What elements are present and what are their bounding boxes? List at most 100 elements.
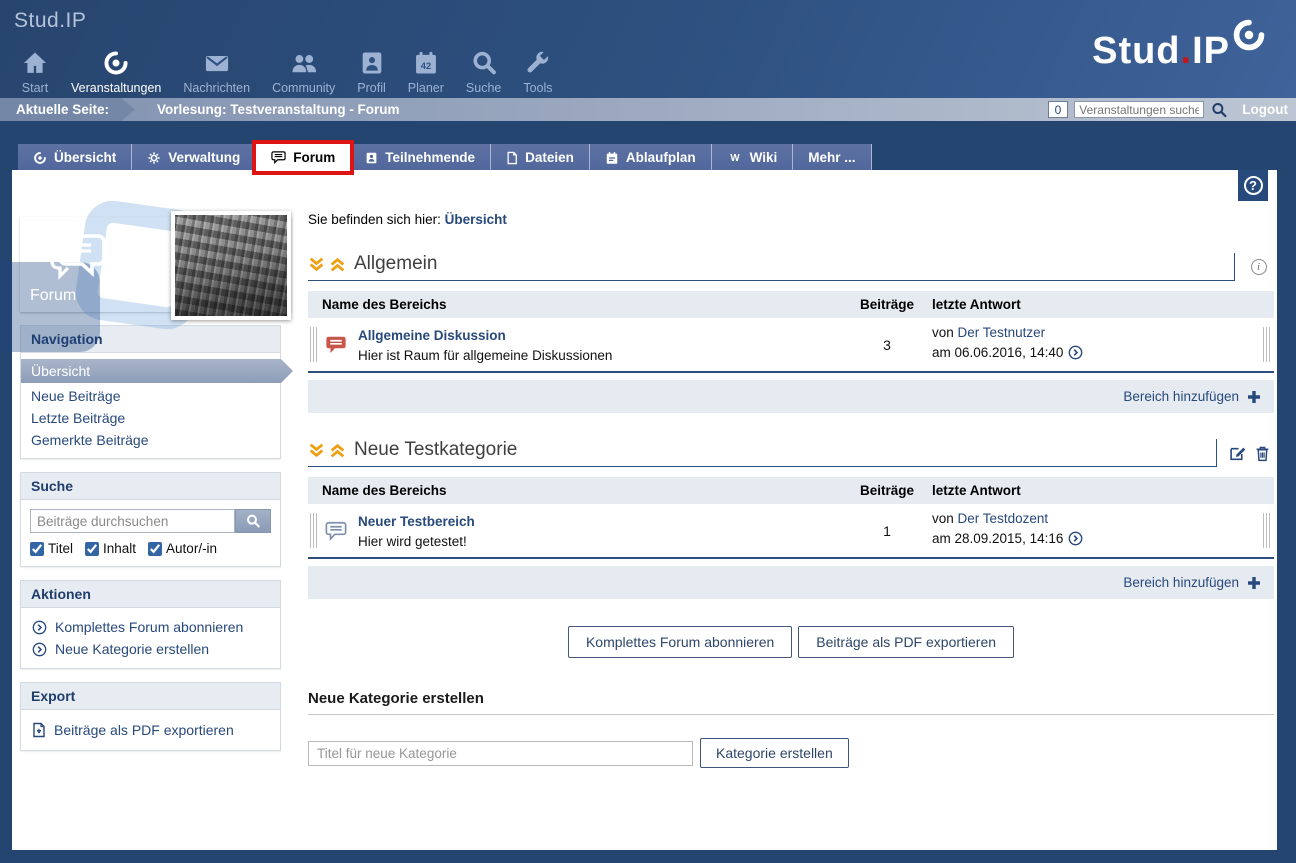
search-box-title: Suche <box>21 473 280 500</box>
sidebar-item-uebersicht[interactable]: Übersicht <box>21 359 293 383</box>
area-description: Hier wird getestet! <box>358 534 475 549</box>
filter-titel[interactable]: Titel <box>30 541 73 556</box>
subscribe-forum-button[interactable]: Komplettes Forum abonnieren <box>568 626 792 658</box>
table-row: Neuer Testbereich Hier wird getestet! 1 … <box>308 504 1274 559</box>
sidebar-item-letzte-beitraege[interactable]: Letzte Beiträge <box>21 407 280 429</box>
area-post-count: 3 <box>842 337 932 353</box>
delete-category-icon[interactable] <box>1255 445 1270 462</box>
expand-all-icon[interactable] <box>329 442 346 459</box>
logo-spiral-icon <box>1232 18 1266 52</box>
search-submit-icon[interactable] <box>1210 101 1228 119</box>
forum-search-button[interactable] <box>235 509 271 533</box>
forum-banner: Forum <box>20 217 291 312</box>
drag-handle[interactable] <box>1263 513 1272 548</box>
collapse-all-icon[interactable] <box>308 442 325 459</box>
new-category-heading: Neue Kategorie erstellen <box>308 690 1274 715</box>
tab-forum[interactable]: Forum <box>256 144 350 171</box>
drag-handle[interactable] <box>310 327 319 362</box>
nav-item-planer[interactable]: 42 Planer <box>397 48 455 95</box>
area-unread-bubble-icon <box>325 334 347 356</box>
main-nav: Start Veranstaltungen Nachrichten Commun… <box>10 48 564 95</box>
arrow-circle-icon <box>32 620 47 635</box>
search-icon <box>245 513 261 529</box>
nav-item-nachrichten[interactable]: Nachrichten <box>172 48 261 95</box>
author-link[interactable]: Der Testnutzer <box>958 325 1046 340</box>
plus-icon <box>1246 389 1262 405</box>
filter-autor[interactable]: Autor/-in <box>148 541 217 556</box>
sidebar-context-title: Forum <box>30 287 76 305</box>
forum-search-input[interactable] <box>30 509 235 533</box>
info-icon[interactable]: i <box>1251 259 1267 275</box>
area-bubble-icon <box>325 520 347 542</box>
home-icon <box>21 48 49 78</box>
location-uebersicht-link[interactable]: Übersicht <box>445 212 507 227</box>
tab-mehr[interactable]: Mehr ... <box>793 144 871 171</box>
tab-verwaltung[interactable]: Verwaltung <box>132 144 256 171</box>
drag-handle[interactable] <box>310 513 319 548</box>
schedule-icon <box>605 151 619 165</box>
nav-item-veranstaltungen[interactable]: Veranstaltungen <box>60 48 172 95</box>
tab-uebersicht[interactable]: Übersicht <box>18 144 132 171</box>
course-tabbar: Übersicht Verwaltung Forum Teilnehmende … <box>18 144 872 171</box>
tab-teilnehmende[interactable]: Teilnehmende <box>350 144 491 171</box>
expand-all-icon[interactable] <box>329 256 346 273</box>
category-footer: Bereich hinzufügen <box>308 380 1274 413</box>
notification-counter[interactable]: 0 <box>1048 101 1069 118</box>
area-link[interactable]: Allgemeine Diskussion <box>358 328 506 343</box>
author-link[interactable]: Der Testdozent <box>958 511 1049 526</box>
tab-dateien[interactable]: Dateien <box>491 144 590 171</box>
goto-last-post-icon[interactable] <box>1068 531 1083 552</box>
community-icon <box>289 48 319 78</box>
edit-category-icon[interactable] <box>1229 445 1246 462</box>
tab-ablaufplan[interactable]: Ablaufplan <box>590 144 712 171</box>
new-category-title-input[interactable] <box>308 741 693 766</box>
export-box-title: Export <box>21 683 280 710</box>
gear-icon <box>147 151 161 165</box>
new-category-form: Kategorie erstellen <box>308 738 1274 768</box>
action-new-category[interactable]: Neue Kategorie erstellen <box>31 638 270 660</box>
search-icon <box>470 48 498 78</box>
area-link[interactable]: Neuer Testbereich <box>358 514 475 529</box>
sidebar-item-neue-beitraege[interactable]: Neue Beiträge <box>21 385 280 407</box>
svg-text:42: 42 <box>421 61 431 71</box>
overview-icon <box>33 151 47 165</box>
category-title: Neue Testkategorie <box>354 439 517 461</box>
filter-inhalt-checkbox[interactable] <box>85 542 99 556</box>
area-description: Hier ist Raum für allgemeine Diskussione… <box>358 348 612 363</box>
pdf-export-icon <box>32 722 46 738</box>
action-subscribe-forum[interactable]: Komplettes Forum abonnieren <box>31 616 270 638</box>
main-area: Sie befinden sich hier: Übersicht Allgem… <box>308 170 1274 768</box>
sidebar-actions-box: Aktionen Komplettes Forum abonnieren Neu… <box>20 580 281 669</box>
collapse-all-icon[interactable] <box>308 256 325 273</box>
add-area-link[interactable]: Bereich hinzufügen <box>1123 575 1262 591</box>
course-search-input[interactable] <box>1074 101 1204 118</box>
nav-item-profil[interactable]: Profil <box>346 48 396 95</box>
svg-text:W: W <box>730 153 740 164</box>
add-area-link[interactable]: Bereich hinzufügen <box>1123 389 1262 405</box>
nav-item-community[interactable]: Community <box>261 48 346 95</box>
logout-link[interactable]: Logout <box>1242 102 1288 117</box>
area-last-reply: von Der Testnutzer am 06.06.2016, 14:40 <box>932 323 1274 365</box>
plus-icon <box>1246 575 1262 591</box>
table-header-row: Name des Bereichs Beiträge letzte Antwor… <box>308 477 1274 504</box>
calendar-icon: 42 <box>412 48 440 78</box>
nav-item-start[interactable]: Start <box>10 48 60 95</box>
action-export-pdf[interactable]: Beiträge als PDF exportieren <box>31 719 270 741</box>
goto-last-post-icon[interactable] <box>1068 345 1083 366</box>
participants-icon <box>365 151 378 165</box>
create-category-button[interactable]: Kategorie erstellen <box>700 738 849 768</box>
filter-titel-checkbox[interactable] <box>30 542 44 556</box>
category-footer: Bereich hinzufügen <box>308 566 1274 599</box>
filter-inhalt[interactable]: Inhalt <box>85 541 136 556</box>
drag-handle[interactable] <box>1263 327 1272 362</box>
export-pdf-button[interactable]: Beiträge als PDF exportieren <box>798 626 1014 658</box>
sidebar-item-gemerkte-beitraege[interactable]: Gemerkte Beiträge <box>21 429 280 451</box>
sidebar-export-box: Export Beiträge als PDF exportieren <box>20 682 281 751</box>
table-header-row: Name des Bereichs Beiträge letzte Antwor… <box>308 291 1274 318</box>
nav-item-suche[interactable]: Suche <box>455 48 512 95</box>
filter-autor-checkbox[interactable] <box>148 542 162 556</box>
studip-logo: Stud.IP <box>1092 30 1266 73</box>
nav-item-tools[interactable]: Tools <box>512 48 563 95</box>
logo-text: Stud <box>1092 30 1180 73</box>
tab-wiki[interactable]: W Wiki <box>712 144 794 171</box>
